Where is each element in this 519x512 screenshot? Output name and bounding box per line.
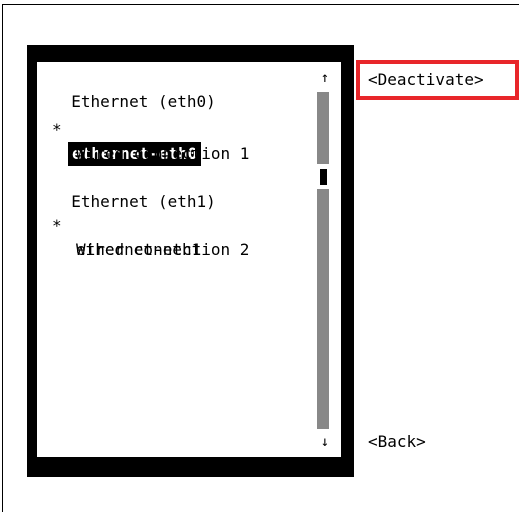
deactivate-button[interactable]: <Deactivate> [368,69,484,91]
list-item-wired-connection-1[interactable]: Wired connection 1 [52,118,249,163]
device-header-label: Ethernet (eth1) [71,192,216,211]
scrollbar-thumb[interactable] [320,169,327,185]
device-header-label: Ethernet (eth0) [71,92,216,111]
connection-label: Wired connection 2 [76,240,250,259]
scroll-down-arrow-icon[interactable]: ↓ [318,432,332,452]
scrollbar-track-lower[interactable] [317,189,329,429]
scroll-up-arrow-icon[interactable]: ↑ [318,68,332,88]
back-button[interactable]: <Back> [368,431,426,453]
connection-label: Wired connection 1 [76,144,250,163]
list-header-eth1: Ethernet (eth1) [52,166,216,211]
scrollbar-track-upper[interactable] [317,92,329,164]
list-item-ethernet-eth1[interactable]: * ethernet-eth1 [52,190,201,259]
list-item-wired-connection-2[interactable]: Wired connection 2 [52,214,249,259]
list-header-eth0: Ethernet (eth0) [52,66,216,111]
list-item-ethernet-eth0[interactable]: * ethernet-eth0 [52,94,202,166]
